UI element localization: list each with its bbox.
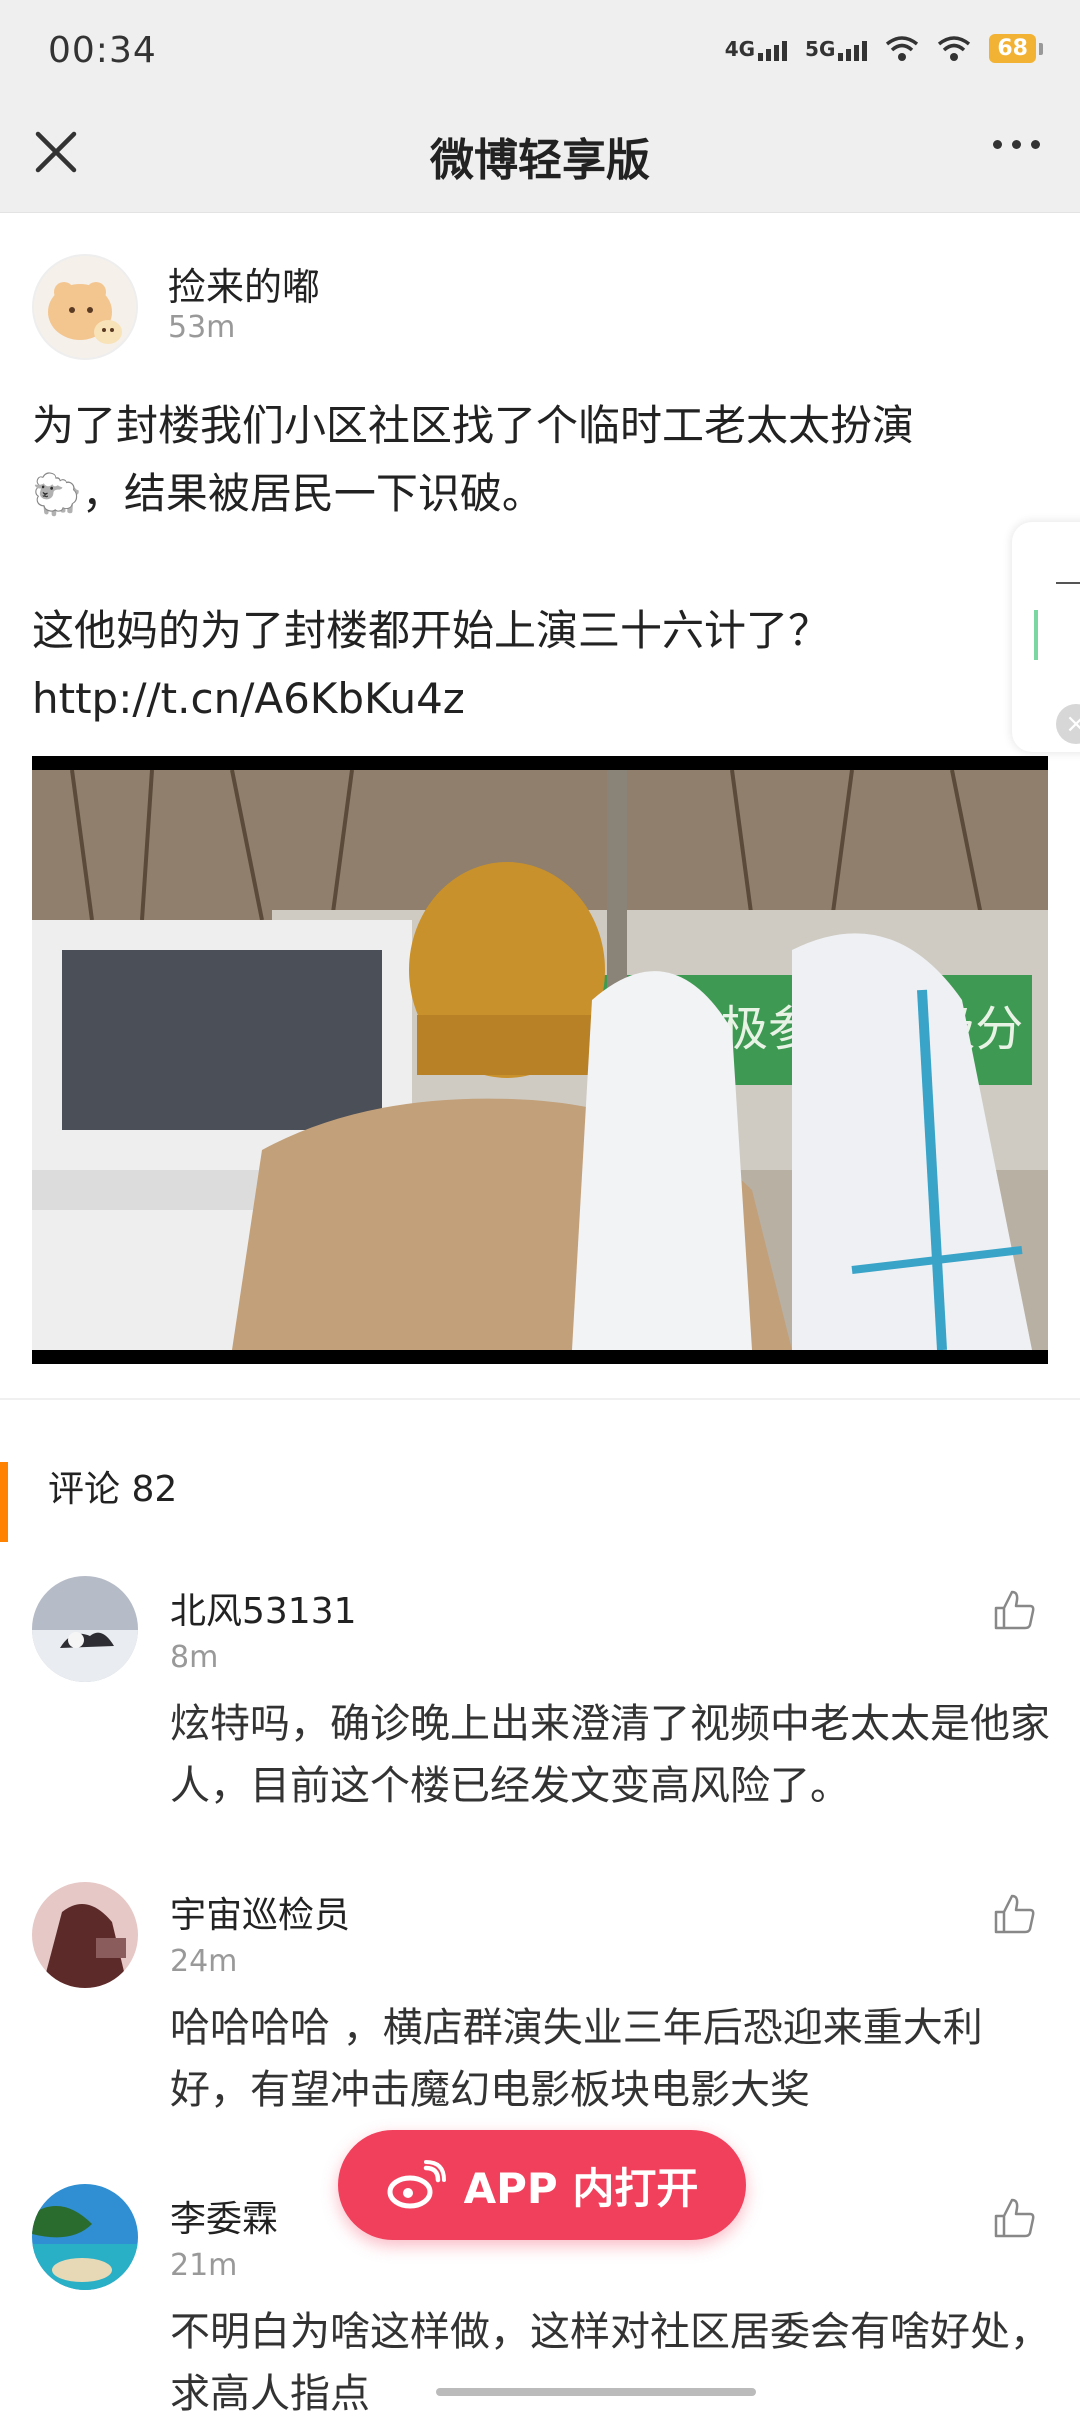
comment-username[interactable]: 北风53131 <box>170 1582 357 1634</box>
post-text-line: 为了封楼我们小区社区找了个临时工老太太扮演 <box>32 401 915 450</box>
title-bar: 微博轻享版 <box>0 100 1080 213</box>
more-icon[interactable] <box>993 140 1040 149</box>
open-in-app-button[interactable]: APP 内打开 <box>338 2130 746 2240</box>
status-time: 00:34 <box>48 30 157 71</box>
comments-accent-bar <box>0 1462 8 1542</box>
comment-time: 21m <box>170 2248 238 2283</box>
post-time: 53m <box>168 310 236 345</box>
post-username[interactable]: 捡来的嘟 <box>168 256 320 311</box>
comment-username[interactable]: 李委霖 <box>170 2190 278 2242</box>
network-type-label: 5G <box>805 36 836 61</box>
avatar[interactable] <box>32 1576 138 1682</box>
battery-indicator: 68 <box>989 34 1043 63</box>
comments-count-label[interactable]: 评论 82 <box>48 1460 177 1512</box>
thumbs-up-icon[interactable] <box>992 1588 1036 1632</box>
sheep-emoji-icon: 🐑 <box>32 472 82 518</box>
post-link[interactable]: http://t.cn/A6KbKu4z <box>32 665 1042 733</box>
status-bar: 00:34 4G 5G 68 <box>0 0 1080 100</box>
comment-text: 不明白为啥这样做，这样对社区居委会有啥好处，求高人指点 <box>170 2309 1050 2417</box>
avatar[interactable] <box>32 2184 138 2290</box>
post-text-fragment: ，结果被居民一下识破。 <box>81 469 544 518</box>
avatar[interactable] <box>32 254 138 360</box>
video-player[interactable]: 积极参与 积极分 <box>32 756 1048 1364</box>
signal-4g-icon: 4G <box>724 36 788 61</box>
comment-text: 炫特吗，确诊晚上出来澄清了视频中老太太是他家人，目前这个楼已经发文变高风险了。 <box>170 1701 1050 1809</box>
post-text-line: 🐑，结果被居民一下识破。 <box>32 460 1042 529</box>
avatar[interactable] <box>32 1882 138 1988</box>
video-frame: 积极参与 积极分 <box>32 770 1048 1350</box>
thumbs-up-icon[interactable] <box>992 1892 1036 1936</box>
weibo-logo-icon <box>387 2160 446 2209</box>
comment-username[interactable]: 宇宙巡检员 <box>170 1886 350 1938</box>
comment-time: 24m <box>170 1944 238 1979</box>
thumbs-up-icon[interactable] <box>992 2196 1036 2240</box>
signal-5g-icon: 5G <box>805 36 868 61</box>
comment-time: 8m <box>170 1640 219 1675</box>
network-type-label: 4G <box>724 36 756 61</box>
open-in-app-label: APP 内打开 <box>463 2163 699 2213</box>
status-icons: 4G 5G 68 <box>724 34 1043 63</box>
comment-text: 哈哈哈哈 ，横店群演失业三年后恐迎来重大利好，有望冲击魔幻电影板块电影大奖 <box>170 2005 983 2113</box>
wifi-icon <box>938 35 971 61</box>
post-text-line: 这他妈的为了封楼都开始上演三十六计了？ <box>32 606 831 655</box>
post-text: 为了封楼我们小区社区找了个临时工老太太扮演 🐑，结果被居民一下识破。 这他妈的为… <box>32 392 1042 733</box>
section-divider <box>0 1398 1080 1400</box>
page-title: 微博轻享版 <box>430 135 650 186</box>
home-indicator[interactable] <box>436 2388 756 2396</box>
wifi-plus-icon <box>886 35 919 61</box>
